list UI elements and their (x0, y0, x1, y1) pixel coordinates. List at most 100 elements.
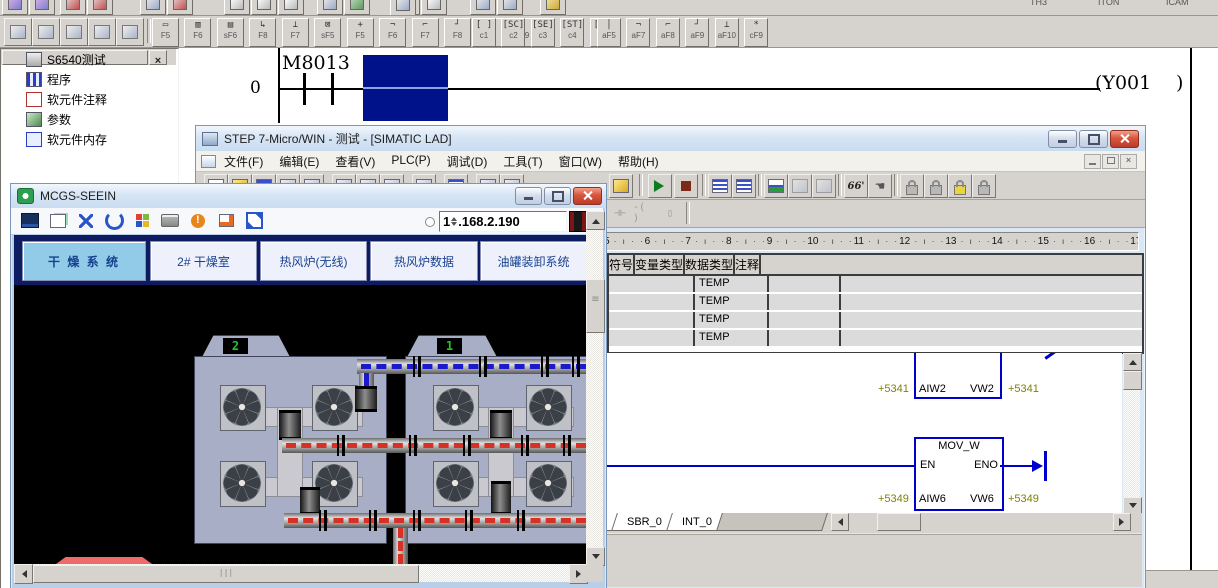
toolbar-icon[interactable] (29, 0, 55, 15)
column-header[interactable]: 注释 (735, 255, 761, 274)
valve[interactable] (490, 410, 512, 440)
ladder-symbol-button[interactable]: [SE]c3 (531, 18, 555, 47)
comment-cell[interactable] (841, 330, 1142, 346)
ladder-symbol-button[interactable]: ¬aF7 (626, 18, 650, 47)
contact-tool-icon[interactable]: ⊣⊢ (609, 202, 631, 224)
scroll-up-button[interactable] (1123, 353, 1142, 371)
unlock-icon[interactable] (924, 174, 948, 198)
valve[interactable] (279, 410, 301, 440)
options-window-icon[interactable] (609, 174, 633, 198)
mcgs-vertical-scrollbar[interactable] (586, 211, 603, 564)
column-header[interactable]: 数据类型 (685, 255, 735, 274)
var-type-cell[interactable]: TEMP (695, 276, 769, 292)
toolbar-icon[interactable] (251, 0, 277, 15)
tree-item[interactable]: 软元件注释 (5, 89, 182, 109)
comment-cell[interactable] (841, 312, 1142, 328)
scroll-thumb[interactable] (586, 279, 605, 333)
gx-tool-icon-transfer[interactable] (116, 18, 144, 46)
minimize-button[interactable] (1048, 130, 1077, 148)
mcgs-title-bar[interactable]: MCGS-SEEIN (11, 184, 606, 208)
nav-tab-button[interactable]: 油罐装卸系统 (480, 241, 587, 281)
refresh-icon[interactable] (103, 211, 125, 230)
mdi-restore-button[interactable] (1102, 154, 1119, 169)
fullscreen-icon[interactable] (243, 211, 265, 230)
tree-item[interactable]: 程序 (5, 69, 182, 89)
ladder-symbol-button[interactable]: *cF9 (744, 18, 768, 47)
maximize-button[interactable] (1079, 130, 1108, 148)
nav-tab-button[interactable]: 热风炉(无线) (260, 241, 367, 281)
tools-icon[interactable] (75, 211, 97, 230)
menu-item[interactable]: 调试(D) (439, 151, 496, 172)
table-row[interactable]: TEMP (609, 294, 1142, 312)
close-button[interactable] (573, 187, 602, 205)
scroll-left-button[interactable] (14, 564, 33, 584)
stop-icon[interactable] (674, 174, 698, 198)
var-type-cell[interactable]: TEMP (695, 294, 769, 310)
mcgs-horizontal-scrollbar[interactable] (14, 564, 586, 582)
chart-read-icon[interactable] (812, 174, 836, 198)
ladder-symbol-button[interactable]: ⊠sF5 (314, 18, 341, 47)
tab-scroll-thumb[interactable] (877, 513, 921, 531)
toolbar-icon[interactable] (497, 0, 523, 15)
menu-item[interactable]: 窗口(W) (551, 151, 610, 172)
toolbar-icon[interactable] (421, 0, 447, 15)
tab-scroll-right-button[interactable] (1113, 513, 1131, 531)
ladder-symbol-button[interactable]: ┘F8 (444, 18, 471, 47)
force-hand-icon[interactable] (868, 174, 892, 198)
ladder-symbol-button[interactable]: ¬F6 (379, 18, 406, 47)
menu-item[interactable]: PLC(P) (383, 151, 438, 172)
lock-icon[interactable] (900, 174, 924, 198)
windows-flag-icon[interactable] (131, 211, 153, 230)
force-lock-icon[interactable] (948, 174, 972, 198)
comment-cell[interactable] (841, 294, 1142, 310)
toolbar-icon[interactable] (224, 0, 250, 15)
tab-scroll-left-button[interactable] (831, 513, 849, 531)
window-export-icon[interactable] (215, 211, 237, 230)
symbol-cell[interactable] (609, 276, 695, 292)
tree-item[interactable]: S6540测试 (5, 49, 182, 69)
ladder-symbol-button[interactable]: ▭F5 (152, 18, 179, 47)
ladder-symbol-button[interactable]: ↳F8 (249, 18, 276, 47)
ladder-symbol-button[interactable]: ▥F6 (184, 18, 211, 47)
step7-title-bar[interactable]: STEP 7-Micro/WIN - 测试 - [SIMATIC LAD] (196, 126, 1145, 151)
ladder-symbol-button[interactable]: [SC]c2 (501, 18, 525, 47)
ladder-symbol-button[interactable]: ⊥aF10 (715, 18, 739, 47)
table-row[interactable]: TEMP (609, 276, 1142, 294)
data-type-cell[interactable] (769, 330, 841, 346)
data-type-cell[interactable] (769, 276, 841, 292)
comment-cell[interactable] (841, 276, 1142, 292)
ip-spinner[interactable] (451, 214, 457, 229)
ladder-selection-cursor[interactable] (363, 55, 448, 121)
toolbar-icon[interactable] (317, 0, 343, 15)
table-row[interactable]: TEMP (609, 312, 1142, 330)
scada-canvas[interactable]: 2 1 (14, 285, 586, 564)
toolbar-icon[interactable] (167, 0, 193, 15)
chart-pause-icon[interactable] (788, 174, 812, 198)
var-type-cell[interactable]: TEMP (695, 312, 769, 328)
chart-status-icon[interactable] (764, 174, 788, 198)
mdi-minimize-button[interactable] (1084, 154, 1101, 169)
windows-icon[interactable] (47, 211, 69, 230)
ladder-symbol-button[interactable]: ⌐F7 (412, 18, 439, 47)
toolbar-icon[interactable] (390, 0, 416, 16)
run-icon[interactable] (648, 174, 672, 198)
alert-icon[interactable] (187, 211, 209, 230)
ladder-symbol-button[interactable]: +F5 (347, 18, 374, 47)
radio-indicator[interactable] (425, 217, 435, 227)
scroll-thumb[interactable] (1123, 371, 1142, 390)
toolbar-icon[interactable] (2, 0, 28, 15)
menu-item[interactable]: 帮助(H) (610, 151, 667, 172)
pause-status-icon[interactable] (732, 174, 756, 198)
ladder-symbol-button[interactable]: ▤sF6 (217, 18, 244, 47)
maximize-button[interactable] (544, 187, 571, 205)
coil-tool-icon[interactable]: -( ) (633, 202, 655, 224)
var-type-cell[interactable]: TEMP (695, 330, 769, 346)
toolbar-icon[interactable] (87, 0, 113, 15)
mdi-close-button[interactable]: × (1120, 154, 1137, 169)
gx-tool-icon-error-check[interactable] (32, 18, 60, 46)
column-header[interactable]: 符号 (609, 255, 635, 274)
valve[interactable] (300, 487, 320, 515)
symbol-cell[interactable] (609, 294, 695, 310)
menu-item[interactable]: 工具(T) (495, 151, 550, 172)
ladder-vertical-scrollbar[interactable] (1123, 353, 1140, 513)
